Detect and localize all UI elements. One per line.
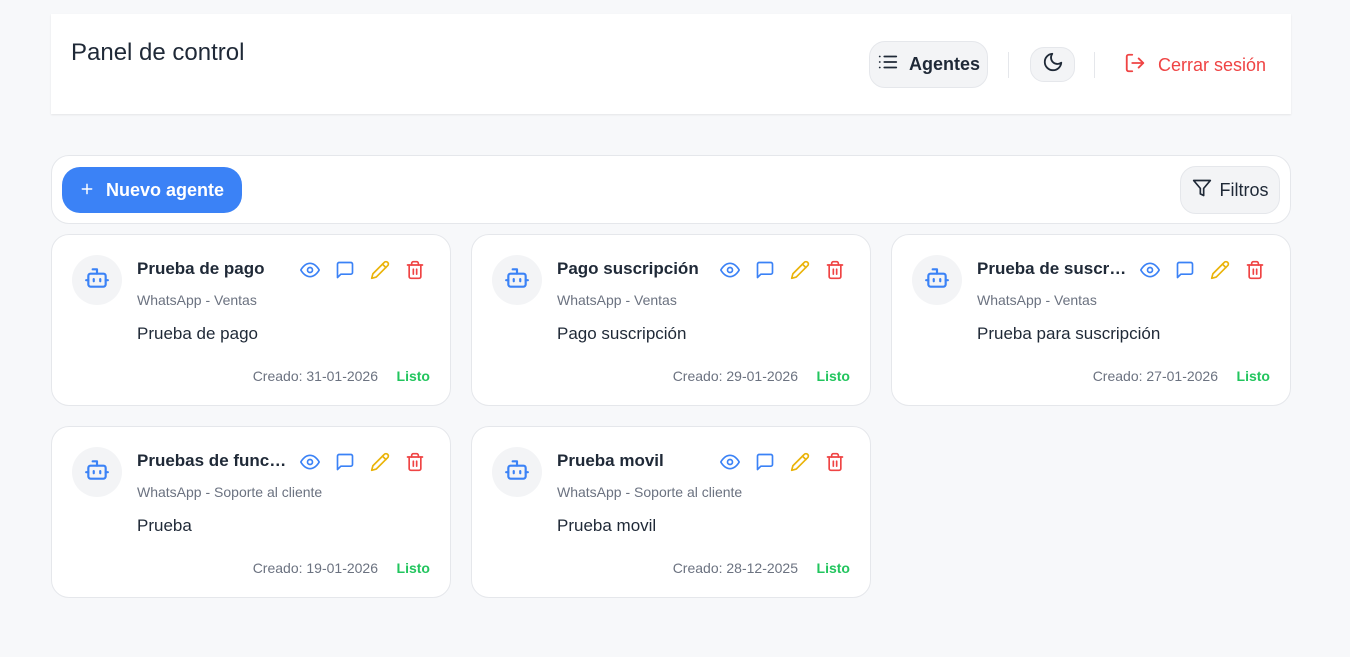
pencil-icon[interactable]: [790, 259, 810, 281]
agent-name: Prueba movil: [557, 451, 664, 470]
trash-icon[interactable]: [405, 259, 425, 281]
agent-name: Pago suscripción: [557, 259, 699, 278]
agent-channel: WhatsApp - Soporte al cliente: [557, 484, 743, 500]
pencil-icon[interactable]: [790, 451, 810, 473]
card-actions: [720, 259, 845, 281]
bot-icon: [504, 265, 530, 296]
filters-button[interactable]: Filtros: [1180, 166, 1280, 214]
agent-card[interactable]: Prueba de pago WhatsApp - Ventas Prueba …: [51, 234, 451, 406]
bot-icon: [504, 457, 530, 488]
card-actions: [1140, 259, 1265, 281]
pencil-icon[interactable]: [370, 451, 390, 473]
agent-description: Prueba para suscripción: [977, 324, 1161, 343]
agent-created-date: Creado: 19-01-2026: [252, 560, 378, 576]
chat-icon[interactable]: [1175, 259, 1195, 281]
chat-icon[interactable]: [335, 451, 355, 473]
chat-icon[interactable]: [755, 259, 775, 281]
agent-name: Prueba de pago: [137, 259, 265, 278]
agent-channel: WhatsApp - Ventas: [557, 292, 677, 308]
agent-avatar: [492, 255, 542, 305]
agent-created-date: Creado: 31-01-2026: [252, 368, 378, 384]
agent-avatar: [72, 447, 122, 497]
agent-channel: WhatsApp - Ventas: [977, 292, 1097, 308]
bot-icon: [84, 457, 110, 488]
filters-label: Filtros: [1219, 179, 1269, 200]
agent-created-date: Creado: 27-01-2026: [1092, 368, 1218, 384]
agent-name: Pruebas de funcionamiento: [137, 451, 287, 470]
new-agent-button[interactable]: Nuevo agente: [62, 167, 242, 213]
status-badge: Listo: [1236, 368, 1270, 384]
agents-button[interactable]: Agentes: [869, 41, 988, 88]
status-badge: Listo: [396, 560, 430, 576]
new-agent-label: Nuevo agente: [105, 179, 225, 200]
moon-icon: [1042, 51, 1064, 78]
logout-icon: [1124, 52, 1146, 79]
eye-icon[interactable]: [300, 451, 320, 473]
agent-channel: WhatsApp - Ventas: [137, 292, 257, 308]
agent-channel: WhatsApp - Soporte al cliente: [137, 484, 323, 500]
pencil-icon[interactable]: [1210, 259, 1230, 281]
bot-icon: [84, 265, 110, 296]
agent-card[interactable]: Prueba de suscripción WhatsApp - Ventas …: [891, 234, 1291, 406]
page-title: Panel de control: [71, 39, 245, 66]
header-divider: [1094, 52, 1095, 78]
agent-created-date: Creado: 28-12-2025: [672, 560, 798, 576]
eye-icon[interactable]: [720, 259, 740, 281]
list-icon: [877, 51, 899, 78]
agent-card[interactable]: Pruebas de funcionamiento WhatsApp - Sop…: [51, 426, 451, 598]
agent-description: Prueba movil: [557, 516, 657, 535]
agent-avatar: [492, 447, 542, 497]
agent-name: Prueba de suscripción: [977, 259, 1127, 278]
logout-button[interactable]: Cerrar sesión: [1124, 52, 1266, 79]
agents-button-label: Agentes: [908, 54, 980, 74]
agent-card[interactable]: Prueba movil WhatsApp - Soporte al clien…: [471, 426, 871, 598]
agent-created-date: Creado: 29-01-2026: [672, 368, 798, 384]
agent-description: Prueba: [137, 516, 192, 535]
agent-avatar: [912, 255, 962, 305]
top-header: Panel de control Agentes Cerrar sesión: [51, 14, 1291, 114]
trash-icon[interactable]: [825, 451, 845, 473]
eye-icon[interactable]: [720, 451, 740, 473]
agents-toolbar: Nuevo agente Filtros: [51, 155, 1291, 224]
eye-icon[interactable]: [1140, 259, 1160, 281]
plus-icon: [80, 180, 94, 201]
eye-icon[interactable]: [300, 259, 320, 281]
status-badge: Listo: [816, 368, 850, 384]
bot-icon: [924, 265, 950, 296]
card-actions: [300, 451, 425, 473]
header-divider: [1008, 52, 1009, 78]
status-badge: Listo: [816, 560, 850, 576]
agent-description: Prueba de pago: [137, 324, 258, 343]
filter-icon: [1192, 178, 1212, 203]
card-actions: [300, 259, 425, 281]
chat-icon[interactable]: [755, 451, 775, 473]
logout-label: Cerrar sesión: [1158, 55, 1267, 75]
pencil-icon[interactable]: [370, 259, 390, 281]
agent-description: Pago suscripción: [557, 324, 687, 343]
trash-icon[interactable]: [825, 259, 845, 281]
card-actions: [720, 451, 845, 473]
chat-icon[interactable]: [335, 259, 355, 281]
trash-icon[interactable]: [405, 451, 425, 473]
agent-card[interactable]: Pago suscripción WhatsApp - Ventas Pago …: [471, 234, 871, 406]
agent-avatar: [72, 255, 122, 305]
trash-icon[interactable]: [1245, 259, 1265, 281]
theme-toggle-button[interactable]: [1030, 47, 1075, 82]
status-badge: Listo: [396, 368, 430, 384]
